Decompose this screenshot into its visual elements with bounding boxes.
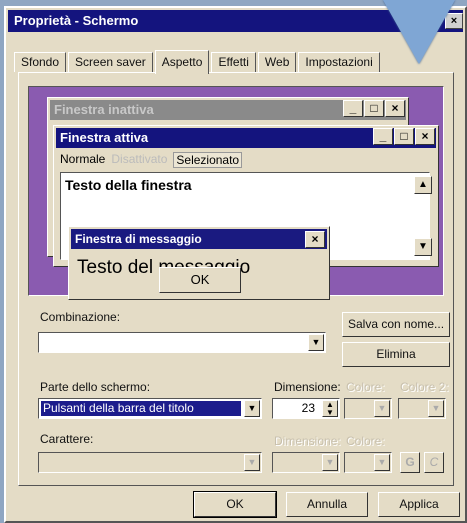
size-value: 23 xyxy=(301,401,315,415)
size-spinner[interactable]: 23 ▲ ▼ xyxy=(272,398,340,419)
active-caption-buttons: _ □ × xyxy=(373,128,435,145)
message-box-preview[interactable]: Finestra di messaggio × Testo del messag… xyxy=(68,226,330,300)
tab-sfondo[interactable]: Sfondo xyxy=(14,52,67,72)
chevron-down-icon[interactable]: ▼ xyxy=(322,454,338,471)
chevron-down-icon[interactable]: ▼ xyxy=(308,334,324,351)
display-properties-dialog: Proprietà - Schermo × Sfondo Screen save… xyxy=(4,0,467,523)
spinner-arrows-icon[interactable]: ▲ ▼ xyxy=(322,400,338,417)
inactive-caption-buttons: _ □ × xyxy=(343,100,405,117)
bold-button[interactable]: G xyxy=(400,452,420,473)
chevron-down-icon[interactable]: ▼ xyxy=(244,400,260,417)
chevron-down-icon[interactable]: ▼ xyxy=(374,400,390,417)
message-ok-button[interactable]: OK xyxy=(159,267,241,293)
font-label: Carattere: xyxy=(40,432,94,446)
dialog-title: Proprietà - Schermo xyxy=(14,13,139,28)
size-label: Dimensione: xyxy=(274,380,341,394)
menu-normal[interactable]: Normale xyxy=(60,152,105,168)
ok-button[interactable]: OK xyxy=(193,491,277,518)
tab-strip: Sfondo Screen saver Aspetto Effetti Web … xyxy=(14,50,382,74)
close-icon: × xyxy=(305,231,325,248)
close-icon: × xyxy=(385,100,405,117)
tab-impostazioni[interactable]: Impostazioni xyxy=(298,52,380,72)
cancel-button[interactable]: Annulla xyxy=(286,492,368,517)
minimize-icon: _ xyxy=(373,128,393,145)
minimize-icon: _ xyxy=(343,100,363,117)
chevron-down-icon[interactable]: ▼ xyxy=(374,454,390,471)
message-box-title: Finestra di messaggio xyxy=(71,229,327,249)
window-text: Testo della finestra xyxy=(65,177,192,193)
font-color-label: Colore: xyxy=(346,434,385,448)
tab-effetti[interactable]: Effetti xyxy=(211,52,256,72)
apply-button[interactable]: Applica xyxy=(378,492,460,517)
item-value: Pulsanti della barra del titolo xyxy=(41,401,241,416)
tab-web[interactable]: Web xyxy=(257,52,297,72)
chevron-down-icon[interactable]: ▼ xyxy=(428,400,444,417)
chevron-down-icon[interactable]: ▼ xyxy=(244,454,260,471)
decorative-triangle-icon xyxy=(383,0,455,64)
delete-button[interactable]: Elimina xyxy=(342,342,450,367)
tab-aspetto[interactable]: Aspetto xyxy=(154,50,210,74)
item-select[interactable]: Pulsanti della barra del titolo ▼ xyxy=(38,398,262,419)
color2-picker[interactable]: ▼ xyxy=(398,398,446,419)
color-picker[interactable]: ▼ xyxy=(344,398,392,419)
tab-screen-saver[interactable]: Screen saver xyxy=(68,52,153,72)
font-select[interactable]: ▼ xyxy=(38,452,262,473)
font-size-select[interactable]: ▼ xyxy=(272,452,340,473)
close-icon: × xyxy=(415,128,435,145)
font-color-picker[interactable]: ▼ xyxy=(344,452,392,473)
menu-selected[interactable]: Selezionato xyxy=(173,152,243,168)
color-label: Colore: xyxy=(346,380,385,394)
scroll-down-icon[interactable]: ▼ xyxy=(414,238,432,256)
item-label: Parte dello schermo: xyxy=(40,380,151,394)
scroll-up-icon[interactable]: ▲ xyxy=(414,176,432,194)
maximize-icon: □ xyxy=(394,128,414,145)
menu-disabled[interactable]: Disattivato xyxy=(111,152,167,168)
save-as-button[interactable]: Salva con nome... xyxy=(342,312,450,337)
color2-label: Colore 2: xyxy=(400,380,449,394)
italic-button[interactable]: C xyxy=(424,452,444,473)
preview-menu-bar: Normale Disattivato Selezionato xyxy=(60,152,248,168)
scheme-select[interactable]: ▼ xyxy=(38,332,326,353)
scheme-label: Combinazione: xyxy=(40,310,121,324)
maximize-icon: □ xyxy=(364,100,384,117)
font-size-label: Dimensione: xyxy=(274,434,341,448)
